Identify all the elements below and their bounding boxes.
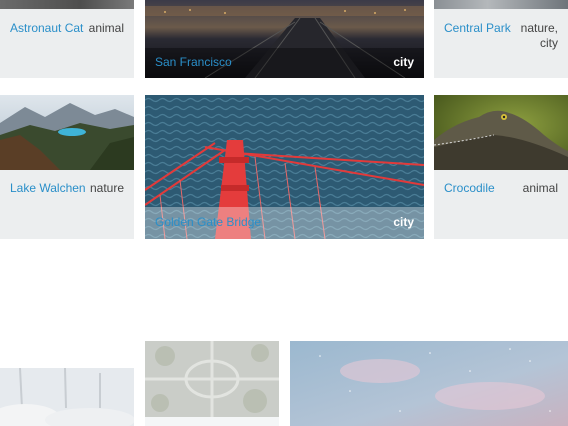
gallery-card-astronaut-cat[interactable]: Astronaut Cat animal (0, 0, 134, 78)
gallery-card-central-park[interactable]: Central Park nature, city (434, 0, 568, 78)
card-title[interactable]: Lake Walchen (10, 181, 86, 195)
gallery-card-rocket-launch[interactable] (0, 368, 134, 426)
card-tag-line: city (540, 36, 558, 50)
card-title[interactable]: Astronaut Cat (10, 21, 83, 35)
gallery-card-crocodile[interactable]: Crocodile animal (434, 95, 568, 239)
card-tag: nature, city (521, 21, 558, 51)
lake-walchen-image[interactable] (0, 95, 134, 170)
gallery-card-san-francisco[interactable]: San Francisco city (145, 0, 424, 78)
night-sky-image[interactable] (290, 341, 568, 426)
rocket-launch-image[interactable] (0, 368, 134, 426)
central-park-image[interactable] (434, 0, 568, 9)
card-title[interactable]: San Francisco (155, 55, 232, 69)
card-tag: nature (89, 181, 124, 195)
card-title[interactable]: Central Park (444, 21, 511, 35)
card-tag: animal (522, 181, 558, 195)
card-tag: city (393, 215, 414, 229)
gallery-card-night-sky[interactable] (290, 341, 568, 426)
astronaut-cat-image[interactable] (0, 0, 134, 9)
gallery-card-lake-walchen[interactable]: Lake Walchen nature (0, 95, 134, 239)
card-tag: animal (88, 21, 124, 35)
card-tag-line: nature, (520, 21, 558, 35)
gallery-card-golden-gate-bridge[interactable]: Golden Gate Bridge city (145, 95, 424, 239)
gallery-card-highway-interchange[interactable] (145, 341, 279, 426)
highway-interchange-image[interactable] (145, 341, 279, 417)
card-title[interactable]: Golden Gate Bridge (155, 215, 261, 229)
card-title[interactable]: Crocodile (444, 181, 495, 195)
card-tag: city (393, 55, 414, 69)
crocodile-image[interactable] (434, 95, 568, 170)
